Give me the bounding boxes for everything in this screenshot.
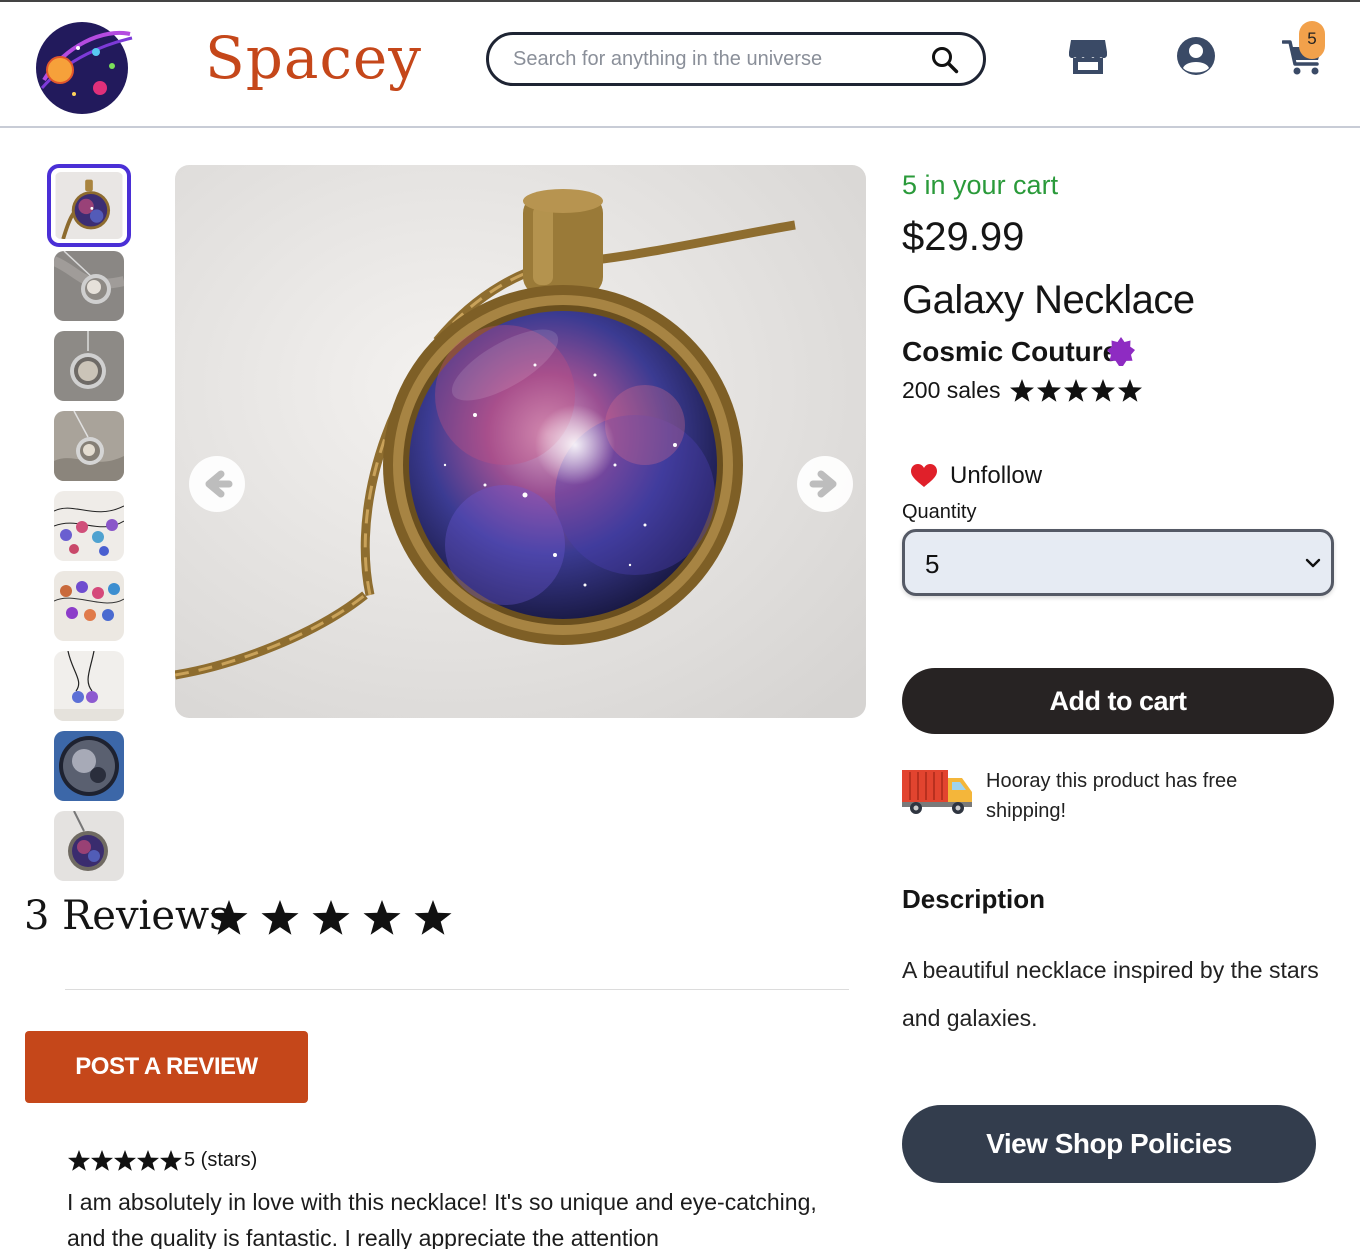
thumbnail-3[interactable] xyxy=(54,331,124,401)
verified-badge-icon xyxy=(1106,336,1136,366)
average-rating-stars xyxy=(209,898,455,938)
search-input[interactable] xyxy=(513,44,913,74)
galaxy-logo-icon[interactable] xyxy=(34,18,134,114)
description-heading: Description xyxy=(902,884,1046,914)
shop-name[interactable]: Cosmic Couture xyxy=(902,336,1118,368)
arrow-right-icon[interactable] xyxy=(797,456,853,512)
product-main-image xyxy=(175,165,866,718)
review-body: I am absolutely in love with this neckla… xyxy=(67,1189,817,1249)
thumbnail-1[interactable] xyxy=(47,164,131,247)
chevron-down-icon xyxy=(1305,556,1321,568)
search-bar xyxy=(486,32,986,86)
view-shop-policies-button[interactable]: View Shop Policies xyxy=(902,1105,1316,1183)
thumbnail-6[interactable] xyxy=(54,571,124,641)
add-to-cart-button[interactable]: Add to cart xyxy=(902,668,1334,734)
description-text: A beautiful necklace inspired by the sta… xyxy=(902,957,1319,1031)
thumbnail-8[interactable] xyxy=(54,731,124,801)
review-rating-text: 5 (stars) xyxy=(184,1149,258,1171)
brand-name[interactable]: Spacey xyxy=(205,24,422,92)
cart-count-badge: 5 xyxy=(1299,21,1325,59)
reviews-divider xyxy=(65,989,849,990)
free-shipping-text: Hooray this product has free shipping! xyxy=(986,770,1238,822)
thumbnail-9[interactable] xyxy=(54,811,124,881)
site-header: Spacey 5 xyxy=(0,0,1360,128)
arrow-left-icon[interactable] xyxy=(189,456,245,512)
thumbnail-4[interactable] xyxy=(54,411,124,481)
sales-count: 200 sales xyxy=(902,377,1001,403)
thumbnail-5[interactable] xyxy=(54,491,124,561)
in-cart-status: 5 in your cart xyxy=(902,170,1059,200)
review-rating-stars xyxy=(67,1149,183,1173)
reviews-heading: 3 Reviews xyxy=(24,893,230,939)
thumbnail-2[interactable] xyxy=(54,251,124,321)
shop-icon[interactable] xyxy=(1068,38,1108,76)
heart-icon xyxy=(911,464,937,488)
truck-icon xyxy=(900,768,974,816)
seller-rating-stars xyxy=(1009,378,1143,404)
search-icon[interactable] xyxy=(931,46,959,74)
follow-label: Unfollow xyxy=(950,462,1043,489)
quantity-select[interactable]: 5 xyxy=(902,529,1334,596)
thumbnail-7[interactable] xyxy=(54,651,124,721)
product-price: $29.99 xyxy=(902,215,1025,259)
quantity-label: Quantity xyxy=(902,501,977,523)
quantity-value: 5 xyxy=(925,549,940,579)
post-review-button[interactable]: POST A REVIEW xyxy=(25,1031,308,1103)
product-title: Galaxy Necklace xyxy=(902,278,1195,322)
user-icon[interactable] xyxy=(1176,36,1216,76)
